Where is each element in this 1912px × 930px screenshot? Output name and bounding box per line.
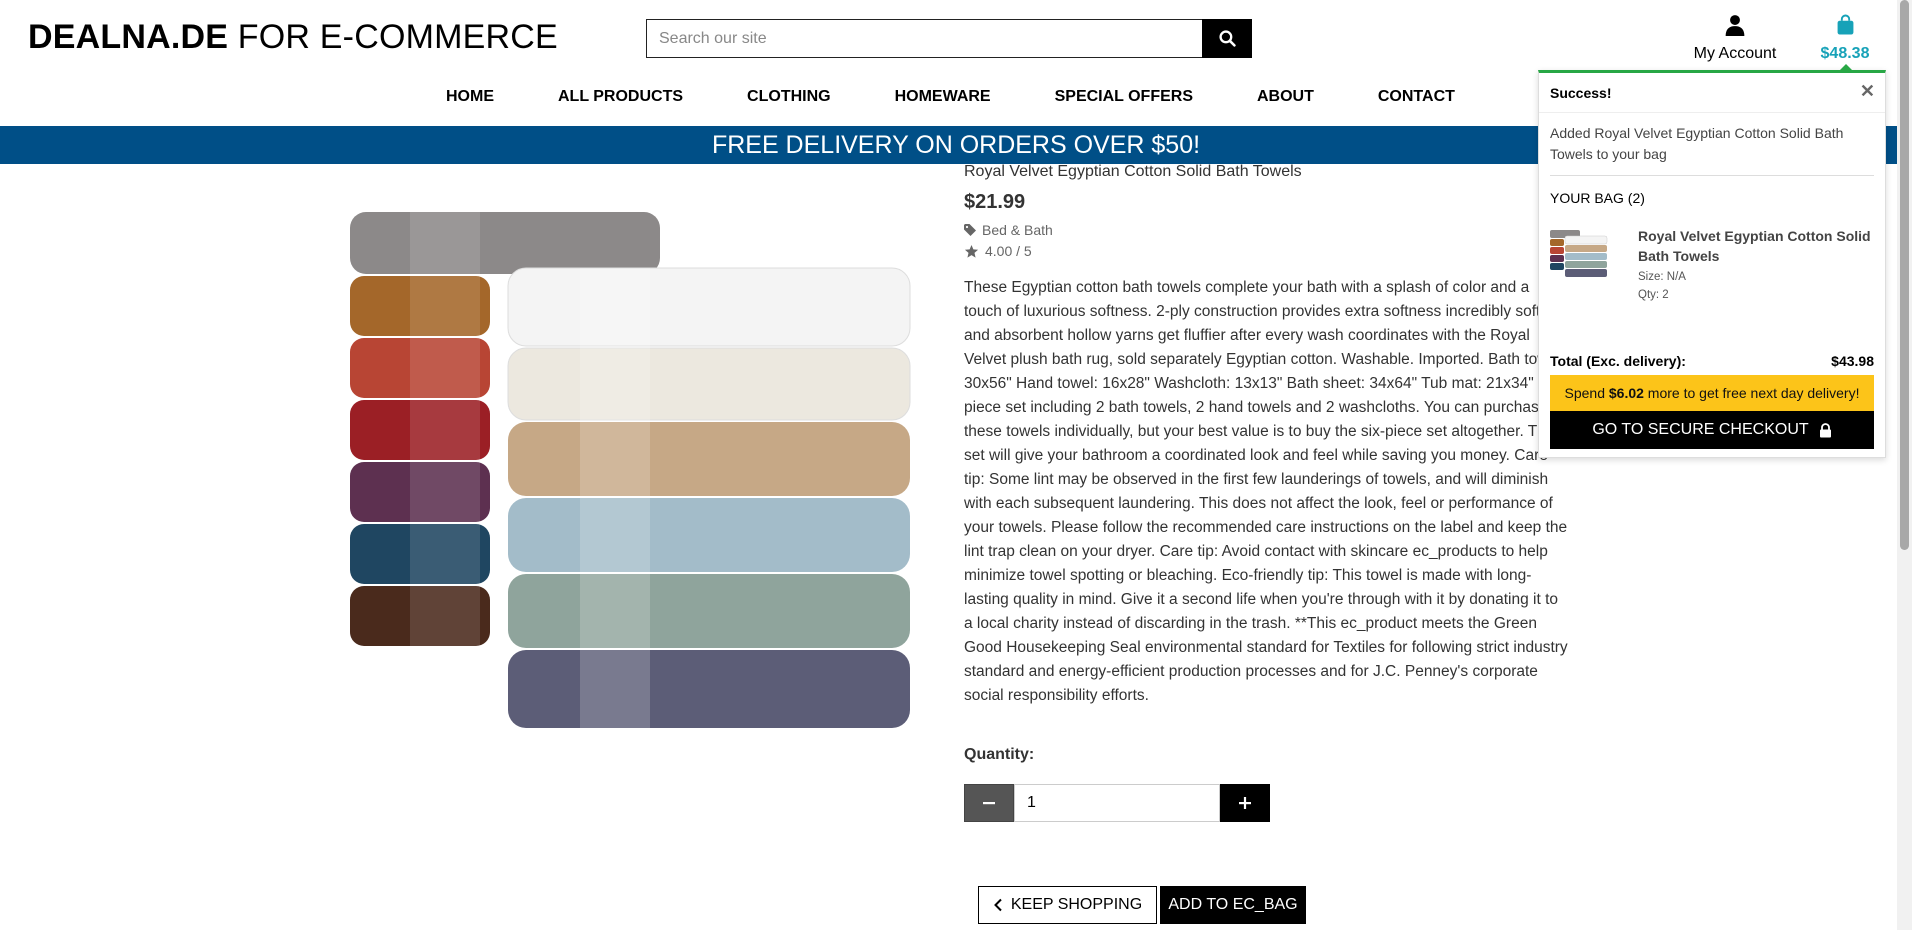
user-icon — [1725, 15, 1745, 36]
nav-clothing[interactable]: CLOTHING — [715, 88, 863, 106]
product-details: Royal Velvet Egyptian Cotton Solid Bath … — [964, 163, 1568, 708]
site-logo[interactable]: DEALNA.DE FOR E-COMMERCE — [28, 18, 558, 57]
bag-item-thumbnail — [1550, 230, 1608, 277]
nav-all-products[interactable]: ALL PRODUCTS — [526, 88, 715, 106]
my-account-label: My Account — [1693, 45, 1777, 62]
toast-title: Success! — [1550, 85, 1612, 101]
free-delivery-notice: Spend $6.02 more to get free next day de… — [1550, 375, 1874, 411]
bag-item-qty: Qty: 2 — [1638, 289, 1669, 301]
success-toast: Success! ✕ Added Royal Velvet Egyptian C… — [1538, 64, 1886, 458]
search-input[interactable] — [646, 19, 1202, 58]
star-icon — [964, 244, 979, 258]
lock-icon — [1819, 422, 1831, 437]
bag-total: $48.38 — [1820, 45, 1870, 62]
search-button[interactable] — [1202, 19, 1252, 58]
product-price: $21.99 — [964, 191, 1026, 213]
bag-total-row: Total (Exc. delivery): $43.98 — [1550, 353, 1874, 369]
scrollbar-thumb[interactable] — [1900, 0, 1909, 550]
main-nav: HOME ALL PRODUCTS CLOTHING HOMEWARE SPEC… — [416, 88, 1487, 106]
spend-amount: $6.02 — [1608, 385, 1644, 401]
nav-home[interactable]: HOME — [416, 88, 526, 106]
quantity-stepper — [964, 784, 1270, 822]
close-icon[interactable]: ✕ — [1860, 81, 1875, 102]
logo-rest: FOR E-COMMERCE — [228, 18, 558, 56]
product-name: Royal Velvet Egyptian Cotton Solid Bath … — [964, 163, 1302, 180]
minus-icon — [983, 802, 995, 805]
product-description: These Egyptian cotton bath towels comple… — [964, 279, 1568, 704]
shopping-bag-icon — [1837, 14, 1853, 35]
quantity-label: Quantity: — [964, 746, 1035, 763]
rating-value: 4.00 / 5 — [985, 243, 1032, 259]
toast-message: Added Royal Velvet Egyptian Cotton Solid… — [1550, 113, 1874, 176]
nav-contact[interactable]: CONTACT — [1346, 88, 1487, 106]
bag-link[interactable]: $48.38 — [1812, 14, 1878, 63]
nav-special-offers[interactable]: SPECIAL OFFERS — [1023, 88, 1225, 106]
tag-icon — [964, 224, 976, 236]
quantity-input[interactable] — [1014, 784, 1220, 822]
spend-prefix: Spend — [1564, 385, 1609, 401]
bag-heading: YOUR BAG (2) — [1550, 190, 1645, 206]
add-to-bag-button[interactable]: ADD TO EC_BAG — [1160, 886, 1306, 924]
chevron-left-icon — [993, 898, 1002, 912]
plus-icon — [1239, 797, 1251, 809]
spend-suffix: more to get free next day delivery! — [1643, 385, 1860, 401]
page-scrollbar[interactable] — [1897, 0, 1912, 930]
bag-item-info: Royal Velvet Egyptian Cotton Solid Bath … — [1638, 226, 1874, 304]
bag-item-size: Size: N/A — [1638, 271, 1686, 283]
increment-button[interactable] — [1220, 784, 1270, 822]
my-account-link[interactable]: My Account — [1690, 14, 1780, 63]
logo-bold: DEALNA.DE — [28, 18, 229, 56]
keep-shopping-label: KEEP SHOPPING — [1010, 896, 1143, 913]
total-value: $43.98 — [1831, 353, 1874, 369]
keep-shopping-button[interactable]: KEEP SHOPPING — [978, 886, 1157, 924]
product-image — [350, 212, 911, 728]
bag-item[interactable]: Royal Velvet Egyptian Cotton Solid Bath … — [1550, 226, 1874, 304]
nav-homeware[interactable]: HOMEWARE — [863, 88, 1023, 106]
decrement-button[interactable] — [964, 784, 1014, 822]
nav-about[interactable]: ABOUT — [1225, 88, 1346, 106]
product-rating: 4.00 / 5 — [964, 243, 1568, 259]
secure-checkout-button[interactable]: GO TO SECURE CHECKOUT — [1550, 411, 1874, 449]
toast-arrow — [1840, 64, 1852, 70]
search-icon — [1218, 30, 1236, 47]
product-category[interactable]: Bed & Bath — [964, 222, 1568, 238]
search-form — [646, 19, 1252, 58]
category-label: Bed & Bath — [982, 222, 1053, 238]
toast-header: Success! ✕ — [1539, 73, 1885, 113]
bag-item-name: Royal Velvet Egyptian Cotton Solid Bath … — [1638, 228, 1871, 264]
total-label: Total (Exc. delivery): — [1550, 353, 1686, 369]
checkout-label: GO TO SECURE CHECKOUT — [1592, 421, 1809, 438]
